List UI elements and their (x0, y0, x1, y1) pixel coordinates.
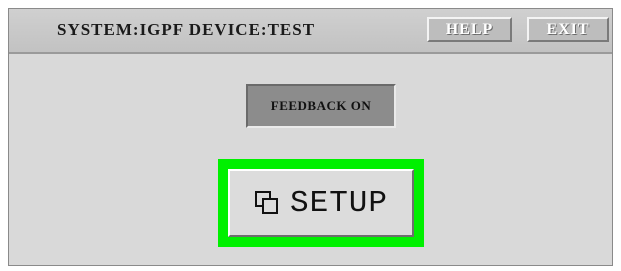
setup-focus-outline: SETUP (218, 159, 424, 247)
setup-button-label: SETUP (289, 185, 388, 221)
feedback-toggle-button[interactable]: FEEDBACK ON (246, 84, 396, 128)
windows-stack-icon (254, 190, 280, 216)
window-title: SYSTEM:IGPF DEVICE:TEST (57, 20, 316, 39)
exit-button[interactable]: EXIT (527, 17, 609, 42)
help-button[interactable]: HELP (427, 17, 512, 42)
main-window: SYSTEM:IGPF DEVICE:TEST HELP EXIT FEEDBA… (8, 8, 613, 266)
setup-button[interactable]: SETUP (228, 169, 414, 237)
title-bar: SYSTEM:IGPF DEVICE:TEST HELP EXIT (9, 9, 612, 54)
